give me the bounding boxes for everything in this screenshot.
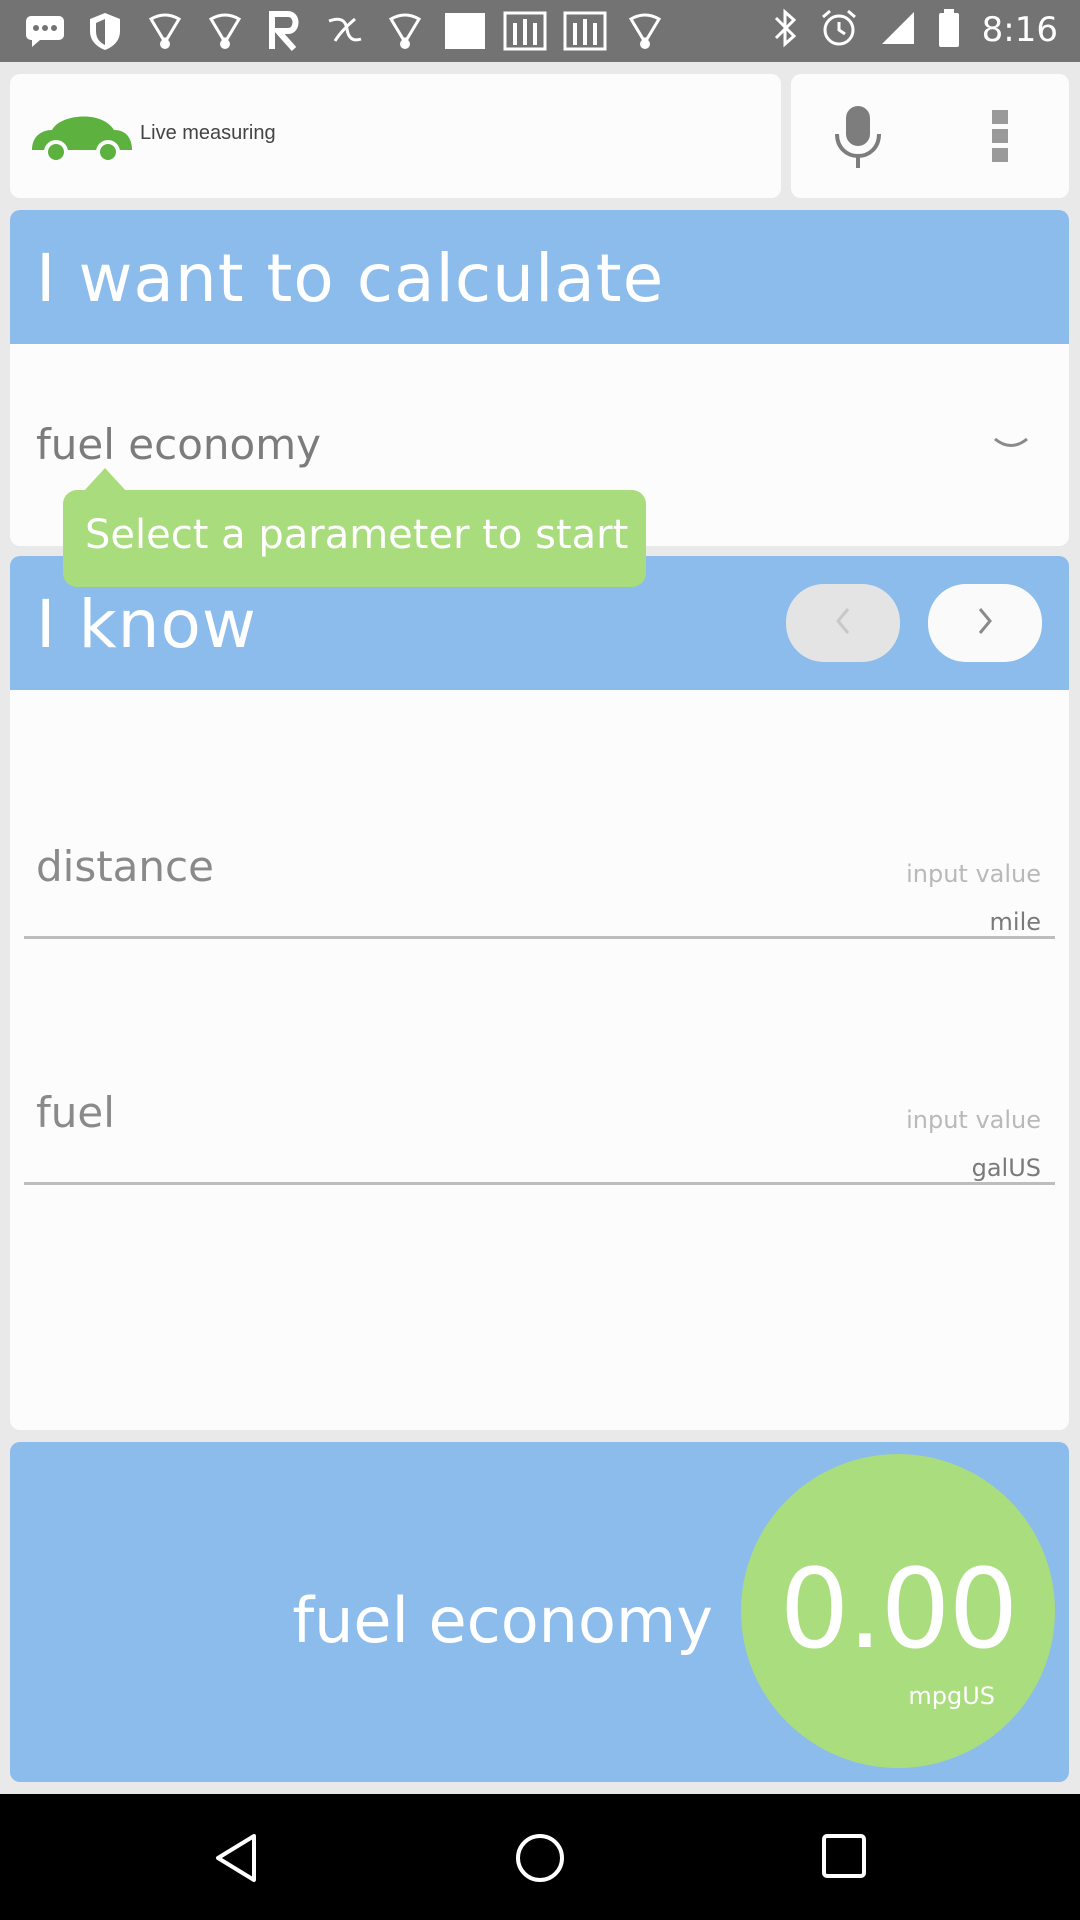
rfi-logo-icon bbox=[562, 10, 608, 52]
home-icon[interactable] bbox=[514, 1832, 566, 1888]
chat-bubble-icon bbox=[22, 10, 68, 52]
result-circle[interactable]: 0.00 mpgUS bbox=[741, 1454, 1055, 1768]
known-heading: I know bbox=[36, 586, 257, 663]
recents-icon[interactable] bbox=[820, 1832, 868, 1884]
chevron-right-icon bbox=[977, 607, 993, 639]
app-title: Live measuring bbox=[140, 122, 276, 144]
rfi-logo-icon bbox=[502, 10, 548, 52]
notification-icons bbox=[22, 10, 668, 52]
swirl-icon bbox=[322, 10, 368, 52]
mic-icon[interactable] bbox=[833, 104, 883, 174]
result-label: fuel economy bbox=[292, 1584, 713, 1657]
alarm-icon bbox=[820, 9, 858, 51]
known-values-card: I know distance mile fuel galUS bbox=[10, 556, 1069, 1430]
result-value: 0.00 bbox=[779, 1545, 1019, 1673]
clock: 8:16 bbox=[981, 10, 1058, 50]
calculate-heading: I want to calculate bbox=[36, 240, 665, 317]
tooltip-text: Select a parameter to start bbox=[85, 512, 629, 558]
overflow-menu-icon[interactable] bbox=[991, 108, 1009, 168]
distance-unit[interactable]: mile bbox=[990, 908, 1041, 936]
back-icon[interactable] bbox=[212, 1832, 260, 1888]
calculate-header: I want to calculate bbox=[10, 210, 1069, 344]
lightbulb-icon bbox=[202, 10, 248, 52]
lightbulb-icon bbox=[622, 10, 668, 52]
signal-icon bbox=[880, 10, 916, 50]
car-icon[interactable] bbox=[30, 108, 134, 170]
chevron-left-icon bbox=[835, 607, 851, 639]
next-button[interactable] bbox=[928, 584, 1042, 662]
tooltip-arrow bbox=[83, 468, 127, 492]
app-toolbar: Live measuring bbox=[10, 74, 781, 198]
lightbulb-icon bbox=[142, 10, 188, 52]
fuel-underline bbox=[24, 1182, 1055, 1185]
bluetooth-icon bbox=[774, 8, 798, 52]
blank-square-icon bbox=[442, 10, 488, 52]
previous-button[interactable] bbox=[786, 584, 900, 662]
status-bar: 8:16 bbox=[0, 0, 1080, 62]
distance-input[interactable] bbox=[741, 860, 1041, 888]
system-navigation-bar bbox=[0, 1794, 1080, 1920]
start-hint-tooltip: Select a parameter to start bbox=[63, 468, 646, 587]
system-indicators: 8:16 bbox=[774, 8, 1058, 52]
r-logo-icon bbox=[262, 10, 308, 52]
result-unit: mpgUS bbox=[908, 1682, 995, 1710]
chevron-down-icon bbox=[993, 436, 1029, 456]
fuel-label: fuel bbox=[36, 1088, 115, 1137]
distance-label: distance bbox=[36, 842, 214, 891]
fuel-unit[interactable]: galUS bbox=[972, 1154, 1041, 1182]
parameter-select-value: fuel economy bbox=[36, 420, 321, 469]
shield-icon bbox=[82, 10, 128, 52]
distance-underline bbox=[24, 936, 1055, 939]
battery-icon bbox=[938, 9, 960, 51]
toolbar-actions bbox=[791, 74, 1069, 198]
fuel-input[interactable] bbox=[741, 1106, 1041, 1134]
result-card: fuel economy 0.00 mpgUS bbox=[10, 1442, 1069, 1782]
lightbulb-icon bbox=[382, 10, 428, 52]
